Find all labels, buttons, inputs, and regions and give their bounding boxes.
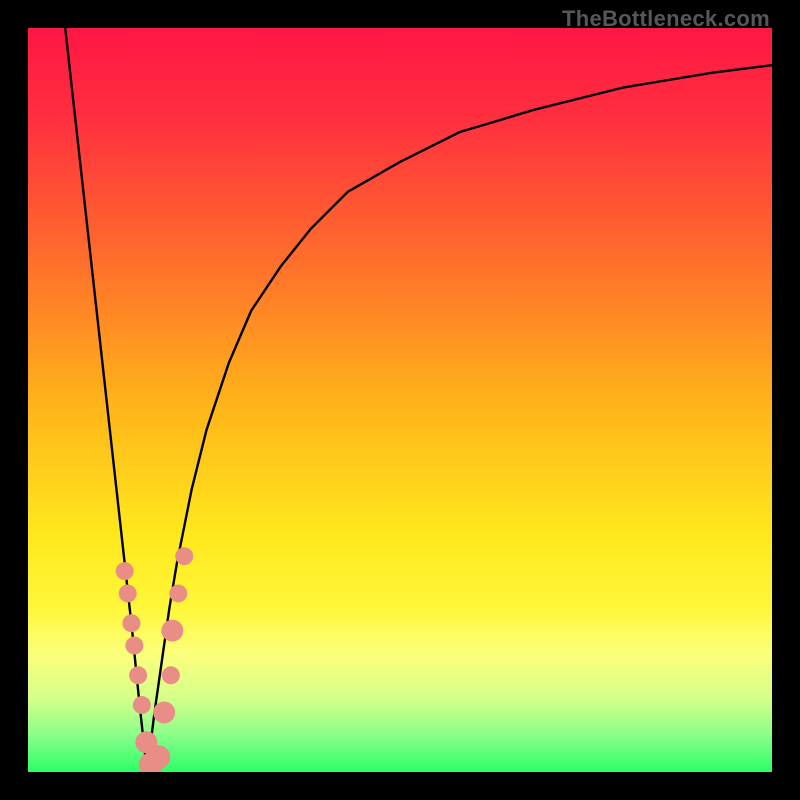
chart-frame: TheBottleneck.com — [0, 0, 800, 800]
marker-point — [175, 547, 193, 565]
marker-point — [169, 584, 187, 602]
marker-point — [119, 584, 137, 602]
plot-area — [28, 28, 772, 772]
marker-point — [122, 614, 140, 632]
marker-point — [125, 637, 143, 655]
chart-svg — [28, 28, 772, 772]
gradient-background — [28, 28, 772, 772]
marker-point — [146, 745, 170, 769]
marker-point — [133, 696, 151, 714]
marker-point — [161, 620, 183, 642]
marker-point — [153, 701, 175, 723]
marker-point — [116, 562, 134, 580]
marker-point — [129, 666, 147, 684]
marker-point — [162, 666, 180, 684]
